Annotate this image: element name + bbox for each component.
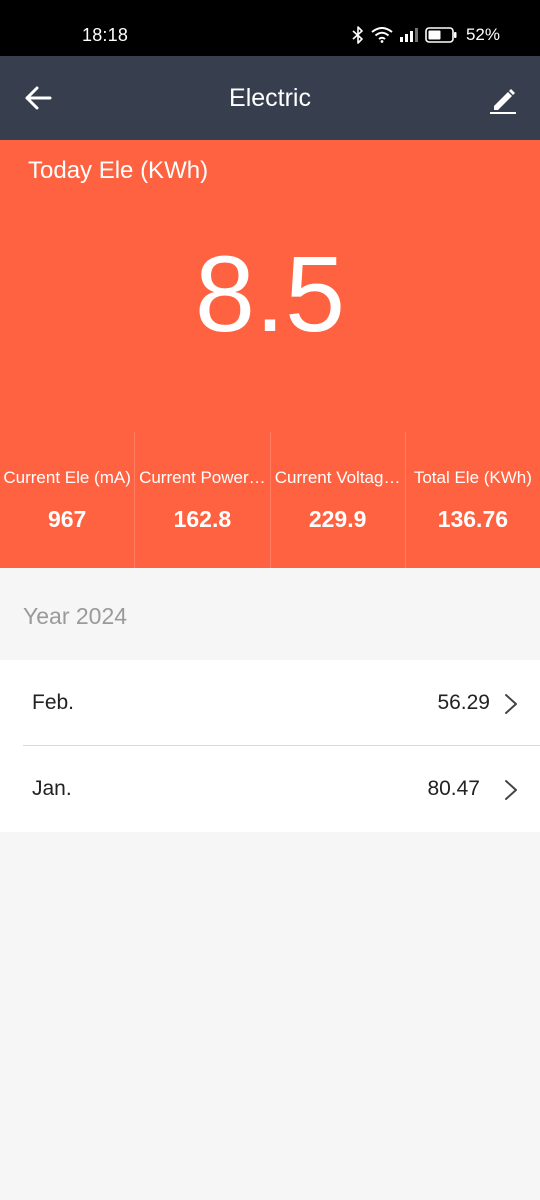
stat-value: 162.8 bbox=[173, 506, 232, 532]
today-energy-panel: Today Ele (KWh) 8.5 bbox=[0, 140, 540, 432]
battery-percent: 52% bbox=[465, 25, 500, 44]
wifi-icon bbox=[371, 27, 393, 43]
stat-value: 229.9 bbox=[308, 506, 367, 532]
month-row-jan[interactable]: Jan. 80.47 bbox=[23, 745, 540, 831]
month-row-feb[interactable]: Feb. 56.29 bbox=[0, 660, 540, 745]
stat-current-power: Current Power… 162.8 bbox=[134, 432, 269, 568]
bluetooth-icon bbox=[352, 26, 363, 44]
month-name: Feb. bbox=[32, 691, 75, 714]
stat-value: 967 bbox=[47, 506, 87, 532]
year-header: Year 2024 bbox=[23, 603, 128, 629]
status-bar: 18:18 52% bbox=[0, 0, 540, 56]
stat-current-voltage: Current Voltag… 229.9 bbox=[269, 432, 405, 568]
month-value: 80.47 bbox=[427, 777, 480, 800]
chevron-right-icon bbox=[505, 780, 517, 800]
month-name: Jan. bbox=[32, 777, 72, 800]
battery-icon bbox=[425, 27, 457, 43]
pencil-icon bbox=[490, 89, 516, 114]
today-energy-label: Today Ele (KWh) bbox=[28, 157, 209, 184]
month-value: 56.29 bbox=[437, 691, 490, 714]
status-time: 18:18 bbox=[82, 25, 129, 45]
month-list: Feb. 56.29 Jan. 80.47 bbox=[0, 660, 540, 832]
stat-label: Current Power… bbox=[139, 468, 266, 487]
edit-button[interactable] bbox=[488, 84, 518, 114]
app-bar: Electric bbox=[0, 56, 540, 140]
stat-label: Total Ele (KWh) bbox=[413, 468, 532, 487]
signal-icon bbox=[399, 28, 418, 42]
page-title: Electric bbox=[229, 84, 311, 112]
stat-value: 136.76 bbox=[437, 506, 509, 532]
stat-label: Current Ele (mA) bbox=[3, 468, 131, 487]
stat-label: Current Voltag… bbox=[274, 468, 401, 487]
status-icons: 52% bbox=[352, 25, 500, 45]
today-energy-value: 8.5 bbox=[194, 233, 346, 354]
stats-row: Current Ele (mA) 967 Current Power… 162.… bbox=[0, 432, 540, 568]
stat-total-ele: Total Ele (KWh) 136.76 bbox=[404, 432, 540, 568]
stat-current-ele: Current Ele (mA) 967 bbox=[0, 432, 134, 568]
chevron-right-icon bbox=[505, 694, 517, 714]
